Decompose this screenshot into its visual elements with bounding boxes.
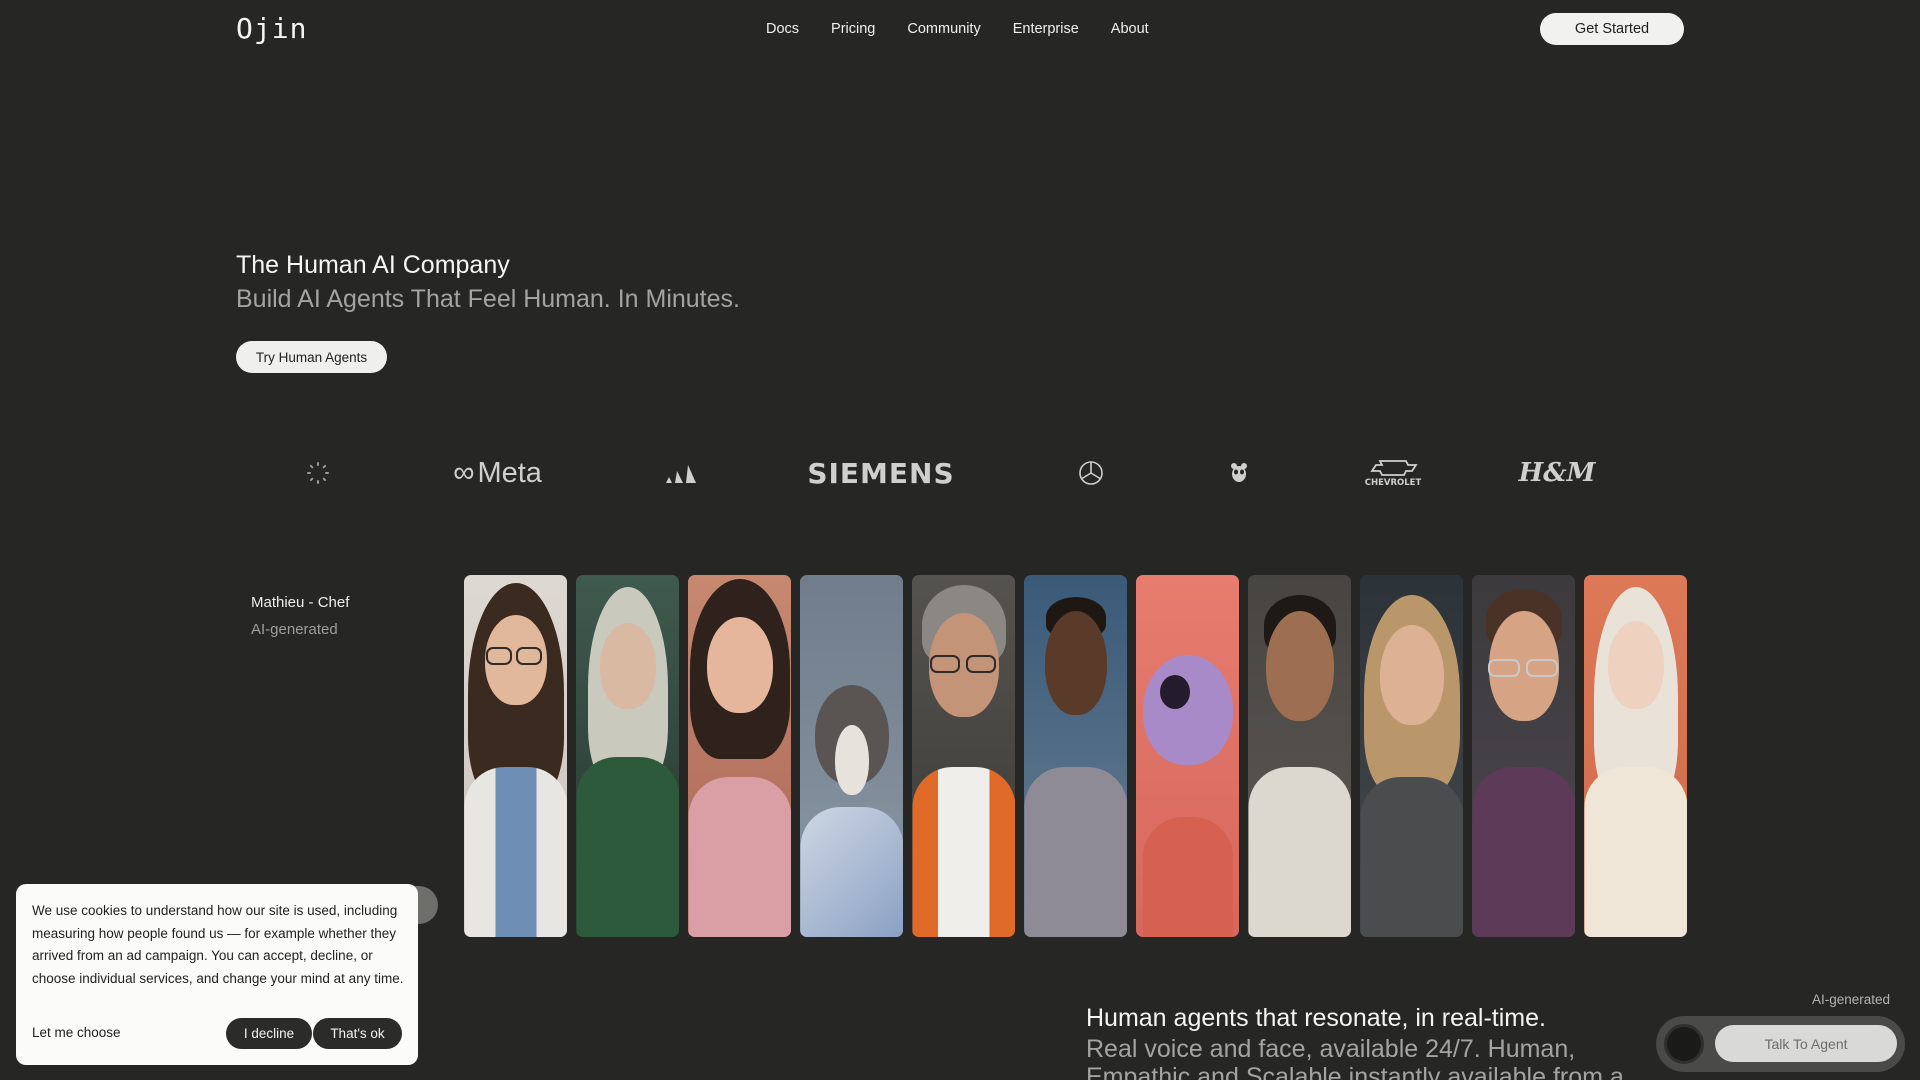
loading-spinner-icon xyxy=(304,452,332,494)
adidas-logo xyxy=(660,452,704,494)
portrait-card[interactable] xyxy=(1584,575,1687,937)
ojin-logo[interactable]: Ojin xyxy=(236,13,307,45)
portrait-glasses xyxy=(930,655,960,673)
agent-name: Mathieu - Chef xyxy=(251,594,350,611)
hero-subtitle: Build AI Agents That Feel Human. In Minu… xyxy=(236,285,740,313)
portrait-card[interactable] xyxy=(1136,575,1239,937)
portrait-body xyxy=(1248,767,1351,937)
mercedes-logo xyxy=(1076,452,1106,494)
portrait-glasses xyxy=(1488,659,1520,677)
portrait-glasses xyxy=(486,647,512,665)
hero-title: The Human AI Company xyxy=(236,251,510,279)
portrait-face xyxy=(1607,621,1664,709)
hm-logo: H&M xyxy=(1518,458,1596,488)
agent-ai-generated-tag: AI-generated xyxy=(251,621,338,638)
portrait-card[interactable] xyxy=(800,575,903,937)
portrait-body xyxy=(1472,767,1575,937)
brand-logos: ∞ Meta SIEMENS CHEVROLET H&M xyxy=(0,452,1920,494)
wwf-logo xyxy=(1226,452,1252,494)
portrait-glasses xyxy=(516,647,542,665)
portrait-card[interactable] xyxy=(1360,575,1463,937)
talk-to-agent-widget: Talk To Agent xyxy=(1656,1016,1905,1072)
section-title: Human agents that resonate, in real-time… xyxy=(1086,1004,1546,1032)
portrait-card[interactable] xyxy=(464,575,567,937)
nav-about[interactable]: About xyxy=(1111,19,1149,39)
decline-cookies-button[interactable]: I decline xyxy=(226,1018,312,1049)
talk-to-agent-button[interactable]: Talk To Agent xyxy=(1715,1025,1897,1062)
talk-ai-generated-label: AI-generated xyxy=(1812,992,1891,1007)
nav-enterprise[interactable]: Enterprise xyxy=(1013,19,1079,39)
portrait-glasses xyxy=(1526,659,1558,677)
portrait-body xyxy=(688,777,791,937)
accept-cookies-button[interactable]: That's ok xyxy=(313,1018,402,1049)
portrait-card[interactable] xyxy=(1472,575,1575,937)
agent-portrait-strip xyxy=(464,575,1687,937)
portrait-face xyxy=(834,725,869,795)
cookie-message: We use cookies to understand how our sit… xyxy=(32,903,404,986)
portrait-face xyxy=(599,623,656,709)
portrait-face xyxy=(1142,655,1233,765)
portrait-face xyxy=(1044,611,1107,715)
siemens-logo: SIEMENS xyxy=(807,456,955,490)
main-nav: Docs Pricing Community Enterprise About xyxy=(766,19,1181,39)
meta-logo: ∞ Meta xyxy=(440,452,555,494)
portrait-body xyxy=(800,807,903,937)
portrait-body xyxy=(912,767,1015,937)
portrait-face xyxy=(1379,625,1444,725)
portrait-body xyxy=(1024,767,1127,937)
section-subtitle: Real voice and face, available 24/7. Hum… xyxy=(1086,1035,1624,1080)
let-me-choose-button[interactable]: Let me choose xyxy=(32,1025,121,1040)
portrait-card[interactable] xyxy=(688,575,791,937)
get-started-button[interactable]: Get Started xyxy=(1540,13,1684,45)
portrait-face xyxy=(706,617,773,713)
portrait-glasses xyxy=(966,655,996,673)
site-header: Ojin Docs Pricing Community Enterprise A… xyxy=(0,0,1920,58)
portrait-face xyxy=(1160,675,1190,709)
chevrolet-logo: CHEVROLET xyxy=(1356,452,1430,494)
portrait-body xyxy=(576,757,679,937)
portrait-card[interactable] xyxy=(1248,575,1351,937)
portrait-body xyxy=(464,767,567,937)
portrait-body xyxy=(1142,817,1233,937)
nav-community[interactable]: Community xyxy=(907,19,980,39)
portrait-card[interactable] xyxy=(912,575,1015,937)
portrait-card[interactable] xyxy=(576,575,679,937)
portrait-card[interactable] xyxy=(1024,575,1127,937)
nav-docs[interactable]: Docs xyxy=(766,19,799,39)
chevrolet-logo-text: CHEVROLET xyxy=(1365,478,1422,487)
meta-infinity-icon: ∞ xyxy=(453,456,475,489)
portrait-face xyxy=(1265,611,1334,721)
cookie-banner: We use cookies to understand how our sit… xyxy=(16,884,418,1065)
try-human-agents-button[interactable]: Try Human Agents xyxy=(236,341,387,373)
meta-logo-text: Meta xyxy=(477,456,542,489)
nav-pricing[interactable]: Pricing xyxy=(831,19,875,39)
portrait-body xyxy=(1584,767,1687,937)
portrait-body xyxy=(1360,777,1463,937)
agent-avatar[interactable] xyxy=(1664,1024,1704,1064)
